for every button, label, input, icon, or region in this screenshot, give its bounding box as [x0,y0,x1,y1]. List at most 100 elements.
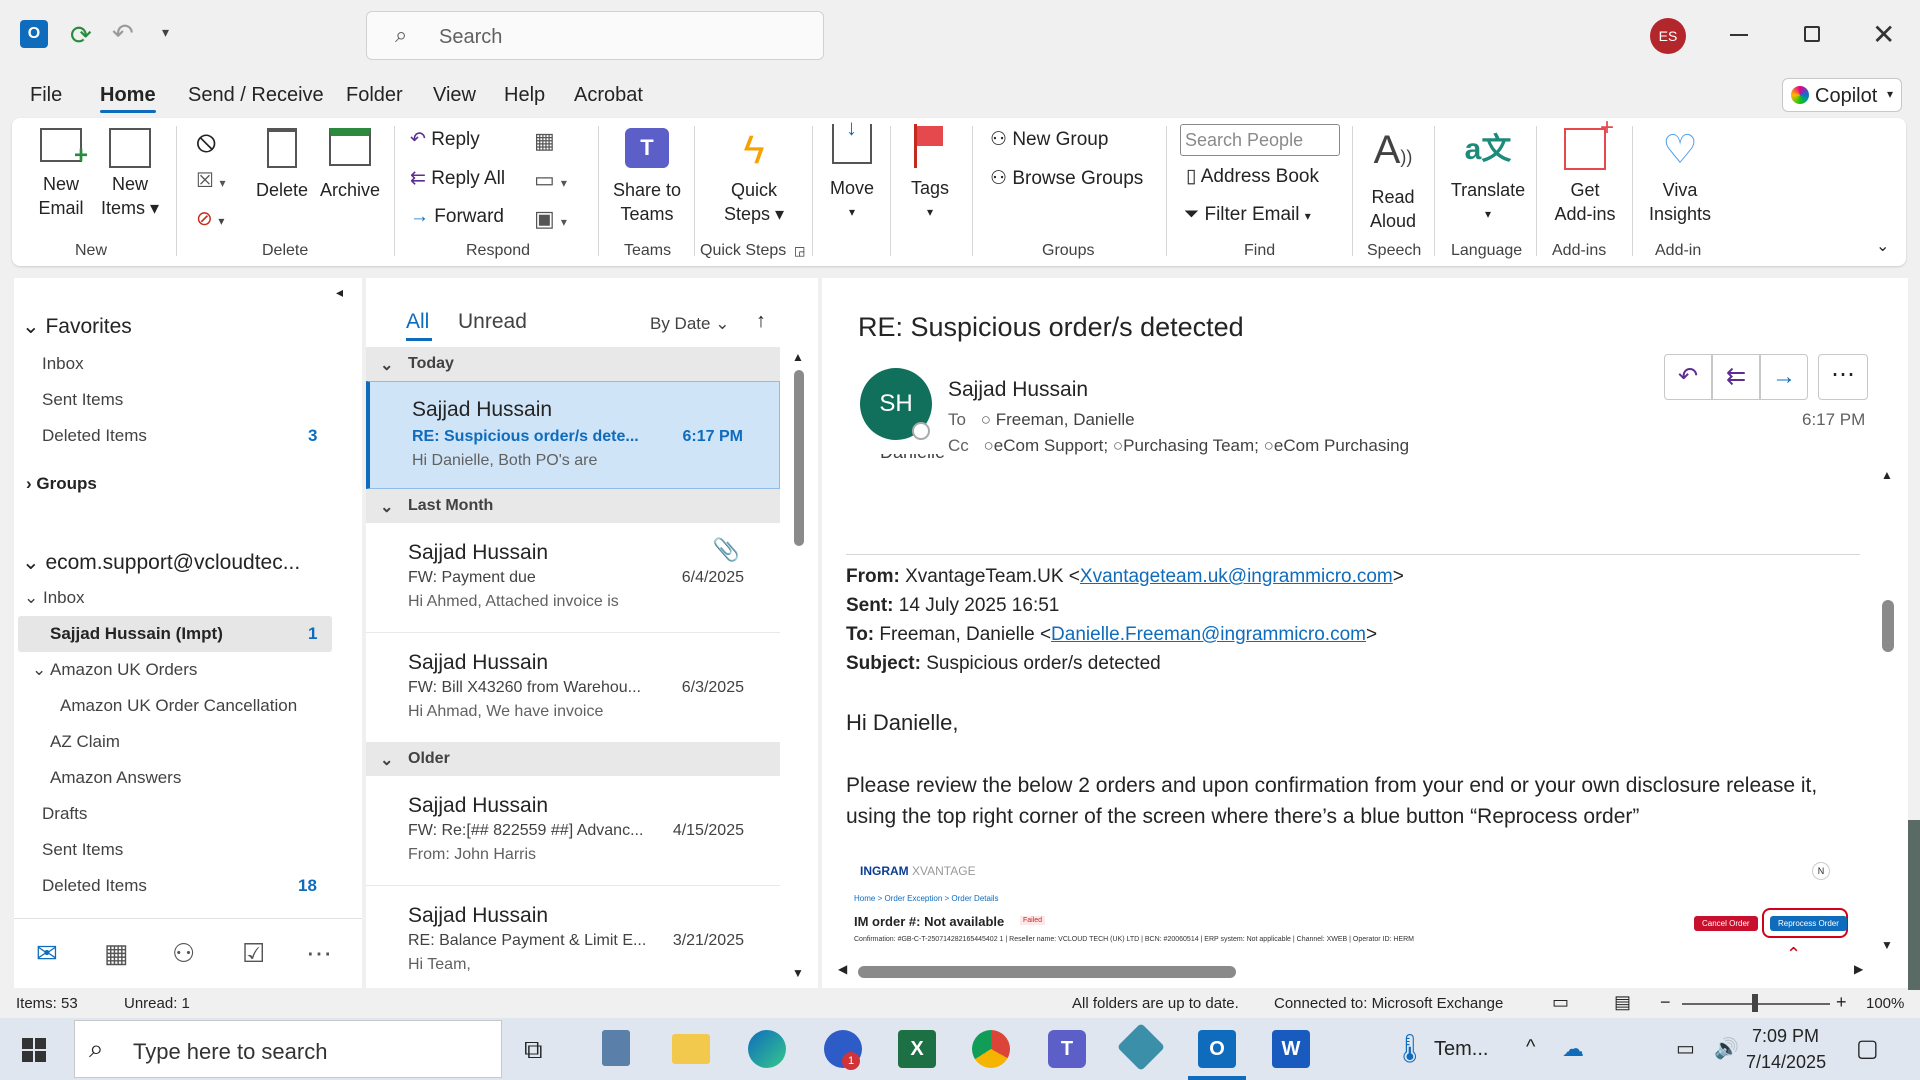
from-email-link[interactable]: Xvantageteam.uk@ingrammicro.com [1080,566,1393,587]
more-respond-icon[interactable]: ▣ ▾ [534,206,567,232]
undo-icon[interactable]: ↶ [112,18,134,49]
taskbar-date[interactable]: 7/14/2025 [1746,1052,1826,1073]
reading-view-icon[interactable]: ▤ [1614,992,1631,1013]
folder-amazon-answers[interactable]: Amazon Answers [50,768,181,788]
groups-header[interactable]: › Groups [26,474,97,494]
tab-view[interactable]: View [433,84,476,107]
outlook-taskbar-icon[interactable]: O [1198,1030,1236,1068]
new-email-button[interactable]: + New Email [30,128,92,220]
mail-icon[interactable]: ✉ [36,938,58,969]
scroll-down-icon[interactable]: ▼ [1881,938,1893,952]
folder-drafts[interactable]: Drafts [42,804,87,824]
ribbon-collapse-icon[interactable]: ⌄ [1876,236,1889,256]
quick-steps-button[interactable]: ϟ Quick Steps ▾ [710,128,798,226]
weather-label[interactable]: Tem... [1434,1038,1488,1061]
restore-button[interactable] [1804,26,1820,42]
task-view-icon[interactable]: ⧉ [524,1034,543,1066]
minimize-button[interactable] [1730,34,1748,36]
app-icon[interactable] [1116,1022,1166,1072]
calculator-icon[interactable] [602,1030,630,1066]
folder-sent-items[interactable]: Sent Items [42,840,123,860]
network-icon[interactable]: ▭ [1676,1036,1695,1061]
search-box[interactable]: ⌕ Search [366,11,824,60]
list-item[interactable]: Sajjad Hussain FW: Re:[## 822559 ##] Adv… [366,776,780,886]
move-button[interactable]: ↓ Move ▾ [820,116,884,224]
sync-icon[interactable]: ⟳ [70,20,92,51]
dialog-launcher-icon[interactable]: ◲ [794,244,805,258]
search-people-input[interactable]: Search People [1180,124,1340,156]
list-item[interactable]: Sajjad Hussain FW: Bill X43260 from Ware… [366,633,780,743]
tray-chevron-icon[interactable]: ^ [1526,1036,1535,1059]
sort-direction-icon[interactable]: ↑ [756,310,766,333]
scroll-down-icon[interactable]: ▼ [792,966,804,980]
zoom-slider-thumb[interactable] [1752,994,1758,1012]
fav-inbox[interactable]: Inbox [42,354,84,374]
start-button[interactable] [22,1038,46,1062]
scroll-right-icon[interactable]: ▶ [1854,962,1863,976]
favorites-header[interactable]: ⌄ Favorites [22,314,132,339]
sender-name[interactable]: Sajjad Hussain [948,378,1088,402]
calendar-icon[interactable]: ▦ [104,938,129,969]
zoom-out-icon[interactable]: − [1660,992,1671,1013]
junk-icon[interactable]: ⊘ ▾ [196,206,224,231]
folder-sajjad-impt[interactable]: Sajjad Hussain (Impt) [50,624,223,644]
chrome-icon[interactable] [972,1030,1010,1068]
reply-all-button[interactable]: ⇇ Reply All [410,167,505,190]
inbox-folder[interactable]: ⌄ Inbox [24,588,85,608]
cleanup-icon[interactable]: ☒ ▾ [196,168,226,193]
file-explorer-icon[interactable] [672,1034,710,1064]
word-icon[interactable]: W [1272,1030,1310,1068]
reading-scrollbar[interactable] [1882,600,1894,652]
taskbar-time[interactable]: 7:09 PM [1752,1026,1819,1047]
tab-folder[interactable]: Folder [346,84,403,107]
meeting-icon[interactable]: ▦ [534,128,555,154]
more-actions-button[interactable]: ⋯ [1818,354,1868,400]
new-items-button[interactable]: New Items ▾ [100,128,160,220]
delete-button[interactable]: Delete [254,128,310,202]
new-group-button[interactable]: ⚇ New Group [990,128,1108,151]
address-book-button[interactable]: ▯ Address Book [1186,165,1319,188]
scroll-up-icon[interactable]: ▲ [792,350,804,364]
ignore-icon[interactable]: 🛇 [196,130,216,164]
volume-icon[interactable]: 🔊 [1714,1036,1739,1061]
archive-button[interactable]: Archive [318,128,382,202]
weather-icon[interactable]: 🌡 [1392,1032,1428,1065]
onedrive-icon[interactable]: ☁ [1562,1036,1584,1062]
translate-button[interactable]: a文 Translate ▾ [1446,128,1530,226]
zoom-level[interactable]: 100% [1866,995,1904,1012]
reply-button[interactable]: ↶ Reply [410,128,480,151]
horizontal-scrollbar[interactable] [858,966,1236,978]
tab-file[interactable]: File [30,84,62,107]
zoom-in-icon[interactable]: + [1836,992,1847,1013]
list-scrollbar[interactable] [794,370,804,546]
share-to-teams-button[interactable]: T Share to Teams [610,128,684,226]
reply-action-button[interactable]: ↶ [1664,354,1712,400]
avatar[interactable]: ES [1650,18,1686,54]
forward-button[interactable]: → Forward [410,206,504,228]
fav-deleted-items[interactable]: Deleted Items [42,426,147,446]
tab-help[interactable]: Help [504,84,545,107]
edge-icon[interactable] [748,1030,786,1068]
account-header[interactable]: ⌄ ecom.support@vcloudtec... [22,550,300,575]
close-window-button[interactable]: ✕ [1872,18,1895,51]
scroll-up-icon[interactable]: ▲ [1881,468,1893,482]
list-item[interactable]: Sajjad Hussain RE: Suspicious order/s de… [366,381,780,489]
more-apps-icon[interactable]: ⋯ [306,938,332,969]
collapse-pane-icon[interactable]: ◂ [336,284,343,301]
folder-amazon-uk-orders[interactable]: ⌄ Amazon UK Orders [32,660,197,680]
list-item[interactable]: Sajjad Hussain FW: Payment due Hi Ahmed,… [366,523,780,633]
read-aloud-button[interactable]: A)) Read Aloud [1362,128,1424,233]
viva-insights-button[interactable]: ♡ Viva Insights [1640,128,1720,226]
reply-all-action-button[interactable]: ⇇ [1712,354,1760,400]
people-icon[interactable]: ⚇ [172,938,195,969]
folder-amazon-cancel[interactable]: Amazon UK Order Cancellation [60,696,297,716]
tasks-icon[interactable]: ☑ [242,938,265,969]
folder-deleted-items[interactable]: Deleted Items [42,876,147,896]
group-header-today[interactable]: ⌄ Today [366,347,780,381]
normal-view-icon[interactable]: ▭ [1552,992,1569,1013]
teams-icon[interactable]: T [1048,1030,1086,1068]
tags-button[interactable]: Tags ▾ [898,124,962,224]
browse-groups-button[interactable]: ⚇ Browse Groups [990,167,1143,190]
taskbar-search[interactable]: ⌕ Type here to search [74,1020,502,1078]
excel-icon[interactable]: X [898,1030,936,1068]
